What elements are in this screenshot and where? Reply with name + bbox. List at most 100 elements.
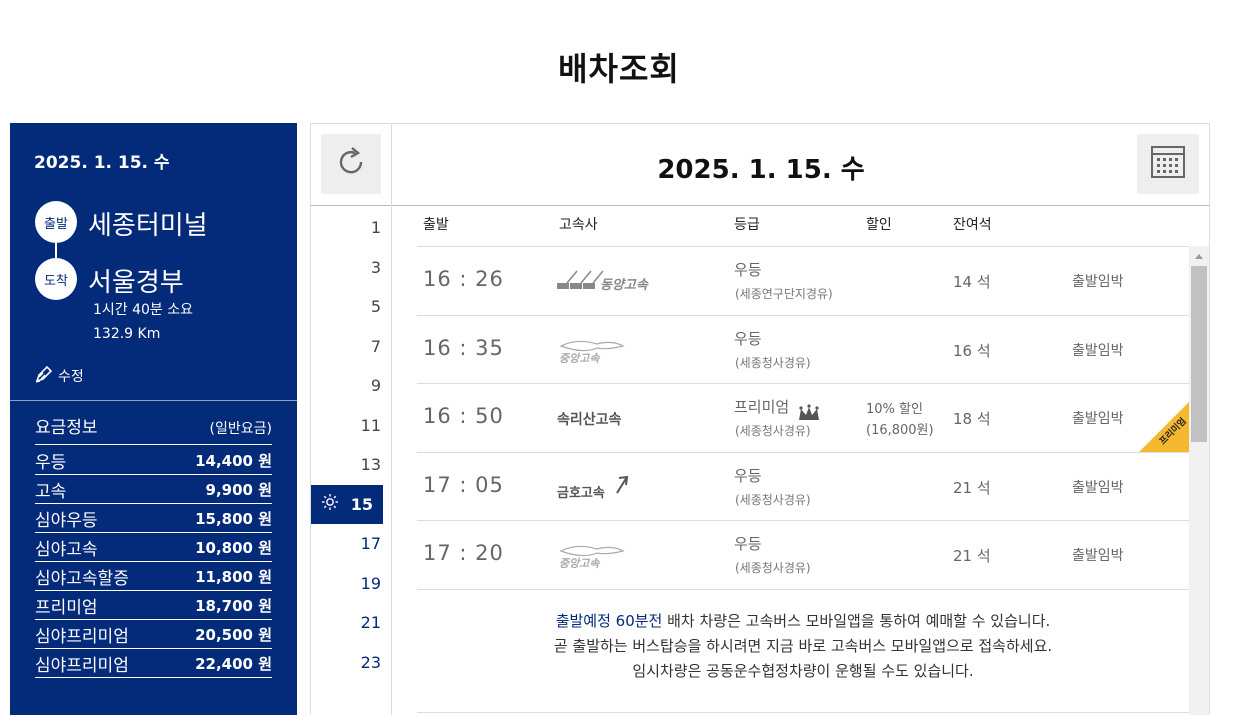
departure-time: 17 : 05	[423, 472, 504, 497]
fare-name: 심야고속할증	[35, 568, 129, 589]
header-company: 고속사	[559, 217, 598, 233]
pen-icon	[34, 364, 54, 388]
hour-item[interactable]: 1	[311, 208, 391, 248]
fare-row: 심야우등 15,800 원	[35, 504, 272, 533]
remaining-seats: 18 석	[953, 410, 991, 428]
bus-grade: 우등	[734, 535, 762, 553]
svg-text:중앙고속: 중앙고속	[559, 557, 600, 570]
scrollbar-thumb[interactable]	[1191, 266, 1207, 442]
selected-date: 2025. 1. 15. 수	[657, 155, 865, 185]
fare-info-header: 요금정보 (일반요금)	[35, 413, 272, 445]
travel-duration: 1시간 40분 소요	[93, 302, 194, 318]
fare-row: 심야고속할증 11,800 원	[35, 562, 272, 591]
svg-text:금호고속: 금호고속	[557, 486, 605, 501]
schedule-row[interactable]: 16 : 26 동양고속 우등 (세종연구단지경유) 14 석 출발임박	[417, 246, 1189, 315]
hour-item[interactable]: 17	[311, 524, 391, 564]
hour-item[interactable]: 11	[311, 406, 391, 446]
page-title: 배차조회	[558, 50, 680, 88]
svg-text:동양고속: 동양고속	[600, 277, 649, 293]
hour-item[interactable]: 7	[311, 327, 391, 367]
summary-date: 2025. 1. 15. 수	[34, 153, 170, 173]
departure-status: 출발임박	[1072, 548, 1124, 564]
schedule-table-header: 출발 고속사 등급 할인 잔여석	[417, 214, 1197, 246]
fare-row: 심야프리미엄 20,500 원	[35, 620, 272, 649]
route-via: (세종청사경유)	[735, 561, 811, 575]
company-logo-jungang: 중앙고속	[557, 336, 667, 366]
travel-distance: 132.9 Km	[93, 326, 161, 342]
fare-name: 심야프리미엄	[35, 655, 129, 676]
calendar-button[interactable]	[1137, 134, 1199, 194]
fare-name: 심야우등	[35, 510, 98, 531]
fare-name: 프리미엄	[35, 597, 98, 618]
departure-status: 출발임박	[1072, 342, 1124, 359]
remaining-seats: 16 석	[953, 341, 991, 360]
hour-label: 15	[350, 494, 373, 514]
fare-price: 9,900 원	[205, 480, 272, 499]
schedule-panel: 2025. 1. 15. 수 1 3 5 7 9 11 13 15 17 19 …	[310, 123, 1210, 715]
fare-price: 15,800 원	[195, 509, 272, 528]
bus-grade: 우등	[734, 466, 762, 485]
fare-row: 우등 14,400 원	[35, 446, 272, 475]
schedule-row[interactable]: 17 : 20 중앙고속 우등 (세종청사경유) 21 석 출발임박	[417, 520, 1189, 589]
route-via: (세종청사경유)	[735, 492, 811, 507]
departure-time: 17 : 20	[423, 541, 504, 565]
hour-item[interactable]: 23	[311, 643, 391, 683]
refresh-button[interactable]	[321, 134, 381, 194]
company-logo-kumho: 금호고속	[557, 473, 667, 503]
fare-name: 심야프리미엄	[35, 626, 129, 647]
discount-rate: 10% 할인	[866, 402, 923, 417]
notice-line-1: 출발예정 60분전 배차 차량은 고속버스 모바일앱을 통하여 예매할 수 있습…	[417, 609, 1189, 634]
fare-row: 고속 9,900 원	[35, 475, 272, 504]
bus-grade: 우등	[734, 329, 762, 348]
scrollbar[interactable]	[1189, 246, 1209, 715]
hour-item[interactable]: 21	[311, 603, 391, 643]
schedule-row[interactable]: 16 : 35 중앙고속 우등 (세종청사경유) 16 석 출발임박	[417, 314, 1189, 384]
departure-time: 16 : 35	[423, 335, 504, 360]
calendar-icon	[1150, 145, 1186, 183]
svg-text:속리산고속: 속리산고속	[557, 411, 622, 428]
company-logo-songnisan: 속리산고속	[557, 404, 667, 434]
hour-item[interactable]: 19	[311, 564, 391, 604]
header-seats: 잔여석	[953, 217, 992, 233]
route-via: (세종청사경유)	[735, 424, 811, 438]
fare-info-title: 요금정보	[35, 418, 98, 438]
arrival-terminal: 서울경부	[88, 268, 184, 298]
schedule-row[interactable]: 16 : 50 속리산고속 프리미엄 (세종청사경유) 10% 할인 (16,8…	[417, 383, 1189, 452]
sun-icon	[321, 493, 339, 515]
fare-price: 14,400 원	[195, 451, 272, 470]
column-divider	[391, 124, 392, 715]
hour-item[interactable]: 9	[311, 366, 391, 406]
fare-price: 18,700 원	[195, 596, 272, 615]
departure-status: 출발임박	[1072, 411, 1124, 427]
header-grade: 등급	[734, 217, 760, 233]
edit-route-button[interactable]: 수정	[34, 364, 84, 388]
fare-name: 우등	[35, 452, 67, 473]
schedule-list: 16 : 26 동양고속 우등 (세종연구단지경유) 14 석 출발임박 16 …	[417, 246, 1189, 589]
discount-price: (16,800원)	[866, 423, 934, 438]
route-via: (세종연구단지경유)	[735, 287, 833, 301]
departure-badge: 출발	[35, 201, 77, 243]
arrival-badge: 도착	[35, 258, 77, 300]
bus-grade: 우등	[734, 261, 762, 279]
header-discount: 할인	[866, 217, 892, 233]
fare-row: 프리미엄 18,700 원	[35, 591, 272, 620]
departure-status: 출발임박	[1072, 274, 1124, 290]
hour-item[interactable]: 13	[311, 445, 391, 485]
fare-price: 11,800 원	[195, 567, 272, 586]
fare-list: 우등 14,400 원 고속 9,900 원 심야우등 15,800 원 심야고속 10…	[35, 446, 272, 678]
remaining-seats: 21 석	[953, 478, 991, 497]
departure-terminal: 세종터미널	[88, 211, 208, 241]
booking-notice: 출발예정 60분전 배차 차량은 고속버스 모바일앱을 통하여 예매할 수 있습…	[417, 589, 1189, 684]
schedule-row[interactable]: 17 : 05 금호고속 우등 (세종청사경유) 21 석 출발임박	[417, 451, 1189, 521]
hour-item[interactable]: 5	[311, 287, 391, 327]
hour-item-selected[interactable]: 15	[311, 484, 383, 524]
company-logo-jungang: 중앙고속	[557, 541, 667, 571]
route-via: (세종청사경유)	[735, 355, 811, 370]
svg-text:중앙고속: 중앙고속	[559, 352, 600, 365]
hour-item[interactable]: 3	[311, 248, 391, 288]
scroll-up-arrow[interactable]	[1195, 254, 1203, 259]
notice-line-2: 곧 출발하는 버스탑승을 하시려면 지금 바로 고속버스 모바일앱으로 접속하세…	[553, 637, 1053, 655]
notice-line-3: 임시차량은 공동운수협정차량이 운행될 수도 있습니다.	[632, 662, 974, 680]
fare-name: 심야고속	[35, 539, 98, 560]
fare-price: 20,500 원	[195, 625, 272, 644]
